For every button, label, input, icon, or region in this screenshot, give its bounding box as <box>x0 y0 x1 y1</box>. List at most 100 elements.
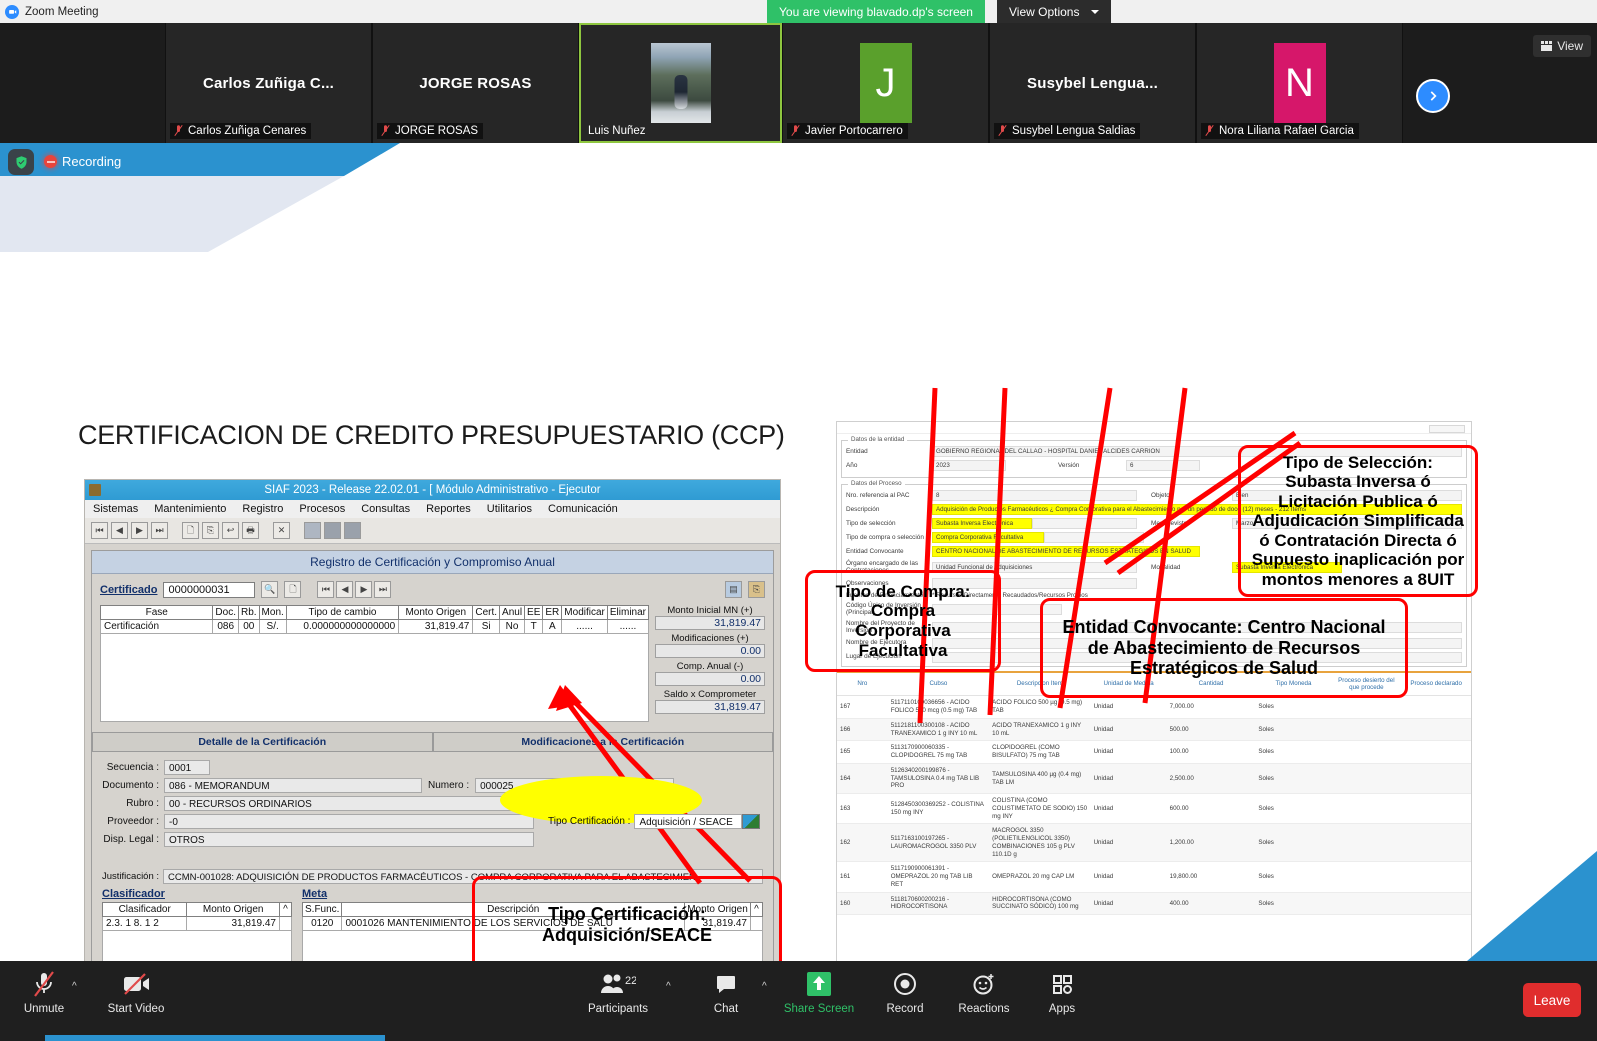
certificado-input[interactable]: 0000000031 <box>163 581 256 598</box>
grid-icon[interactable] <box>304 522 321 539</box>
cell-nro: 164 <box>837 763 888 795</box>
input-rubro[interactable]: 00 - RECURSOS ORDINARIOS <box>164 796 534 811</box>
cell-modificar[interactable]: ...... <box>561 619 608 634</box>
stop-icon[interactable] <box>324 522 341 539</box>
panel-icon[interactable] <box>344 522 361 539</box>
annotation-tipo-seleccion: Tipo de Selección: Subasta Inversa ó Lic… <box>1238 445 1478 597</box>
shared-screen-content: Recording CERTIFICACION DE CREDITO PRESU… <box>0 143 1597 961</box>
tab-detalle-certificacion[interactable]: Detalle de la Certificación <box>92 732 433 752</box>
input-secuencia[interactable]: 0001 <box>164 760 210 775</box>
apps-button[interactable]: Apps <box>1022 969 1102 1015</box>
field-proveedor: Proveedor : -0 Tipo Certificación : Adqu… <box>102 814 763 829</box>
prev-record-icon[interactable]: ◀ <box>111 522 128 539</box>
view-layout-button[interactable]: View <box>1533 35 1591 57</box>
menu-item-utilitarios[interactable]: Utilitarios <box>487 503 532 515</box>
unmute-button[interactable]: Unmute <box>4 969 84 1015</box>
participant-name-text: JORGE ROSAS <box>395 124 479 137</box>
leave-button[interactable]: Leave <box>1523 983 1581 1017</box>
tipo-certificacion-dropdown-icon[interactable] <box>742 814 761 829</box>
participant-tile-0[interactable]: Carlos Zuñiga C... Carlos Zuñiga Cenares <box>165 23 372 143</box>
chat-options-chevron-icon[interactable]: ^ <box>762 981 767 992</box>
label-tipo-seleccion: Tipo de selección <box>846 519 896 527</box>
certification-grid: Fase Doc. Rb. Mon. Tipo de cambio Monto … <box>99 605 650 722</box>
certificado-label[interactable]: Certificado <box>100 584 157 596</box>
last-record-icon[interactable]: ⏭ <box>151 522 168 539</box>
window-title: Zoom Meeting <box>25 5 99 18</box>
clasificador-title[interactable]: Clasificador <box>102 888 292 900</box>
new-record-icon[interactable]: 🗋 <box>284 581 302 598</box>
table-row[interactable]: 164 5126340200199876 - TAMSULOSINA 0.4 mg… <box>837 763 1471 795</box>
share-screen-button[interactable]: Share Screen <box>779 969 859 1015</box>
search-binoculars-icon[interactable]: 🔍 <box>261 581 279 598</box>
audio-options-chevron-icon[interactable]: ^ <box>72 981 77 992</box>
next-participants-button[interactable] <box>1416 79 1450 113</box>
participant-tile-4[interactable]: Susybel Lengua... Susybel Lengua Saldias <box>989 23 1196 143</box>
input-disp-legal[interactable]: OTROS <box>164 832 534 847</box>
table-row[interactable]: 161 5117190900061391 - OMEPRAZOL 20 mg TA… <box>837 861 1471 893</box>
participant-tile-3[interactable]: J Javier Portocarrero <box>782 23 989 143</box>
copy-icon[interactable]: ⎘ <box>202 522 219 539</box>
cell-cant: 400.00 <box>1166 892 1256 916</box>
table-row[interactable]: 163 5128450300369252 - COLISTINA 150 mg I… <box>837 793 1471 825</box>
tab-modificaciones-certificacion[interactable]: Modificaciones a la Certificación <box>432 732 773 752</box>
th-ee: EE <box>524 605 544 620</box>
svg-text:22: 22 <box>625 975 636 987</box>
th-cubso: Cubso <box>887 672 990 697</box>
table-row[interactable]: 162 5117163100197265 - LAUROMACROGOL 3350… <box>837 823 1471 863</box>
participants-options-chevron-icon[interactable]: ^ <box>666 981 671 992</box>
cell-cant: 7,000.00 <box>1166 695 1256 719</box>
totals-sidebox: Monto Inicial MN (+) 31,819.47 Modificac… <box>655 605 765 722</box>
undo-icon[interactable]: ↩ <box>222 522 239 539</box>
participant-name-text: Susybel Lengua Saldias <box>1012 124 1136 137</box>
nav-first-icon[interactable]: ⏮ <box>317 581 335 598</box>
table-row[interactable]: 165 5113170900060335 - CLOPIDOGREL 75 mg … <box>837 740 1471 764</box>
record-button[interactable]: Record <box>865 969 945 1015</box>
table-row[interactable]: 167 5117110100036656 - ACIDO FOLICO 500 m… <box>837 695 1471 719</box>
table-row[interactable]: Certificación 086 00 S/. 0.0000000000000… <box>99 619 650 634</box>
label-rubro: Rubro : <box>126 798 159 809</box>
nav-next-icon[interactable]: ▶ <box>355 581 373 598</box>
cell-tipo-cambio: 0.000000000000000 <box>285 619 400 634</box>
first-record-icon[interactable]: ⏮ <box>91 522 108 539</box>
view-options-button[interactable]: View Options <box>997 0 1112 23</box>
nav-prev-icon[interactable]: ◀ <box>336 581 354 598</box>
menu-item-mantenimiento[interactable]: Mantenimiento <box>154 503 226 515</box>
delete-icon[interactable]: ✕ <box>273 522 290 539</box>
exit-door-icon[interactable]: ⎘ <box>748 581 765 598</box>
participant-tile-5[interactable]: N Nora Liliana Rafael Garcia <box>1196 23 1403 143</box>
cell-nro: 161 <box>837 861 888 893</box>
table-row[interactable]: 2.3. 1 8. 1 2 31,819.47 <box>101 916 292 931</box>
menu-item-comunicacion[interactable]: Comunicación <box>548 503 618 515</box>
th-mon: Mon. <box>258 605 287 620</box>
menu-item-procesos[interactable]: Procesos <box>299 503 345 515</box>
input-tipo-certificacion[interactable]: Adquisición / SEACE <box>634 814 743 829</box>
reactions-button[interactable]: Reactions <box>944 969 1024 1015</box>
annotation-tipo-compra: Tipo de Compra: Compra Corporativa Facul… <box>805 570 1001 672</box>
next-record-icon[interactable]: ▶ <box>131 522 148 539</box>
nav-last-icon[interactable]: ⏭ <box>374 581 392 598</box>
scroll-up-icon[interactable]: ^ <box>279 902 292 917</box>
chat-button[interactable]: Chat <box>686 969 766 1015</box>
report-icon[interactable]: ▤ <box>725 581 742 598</box>
start-video-button[interactable]: Start Video <box>96 969 176 1015</box>
menu-item-registro[interactable]: Registro <box>242 503 283 515</box>
participant-tile-2-active[interactable]: Luis Nuñez <box>579 23 782 143</box>
participant-display-name: Susybel Lengua... <box>1027 74 1158 92</box>
participants-button[interactable]: 22 Participants <box>578 969 658 1015</box>
menu-item-sistemas[interactable]: Sistemas <box>93 503 138 515</box>
print-icon[interactable]: 🖶 <box>242 522 259 539</box>
input-documento[interactable]: 086 - MEMORANDUM <box>164 778 422 793</box>
cell-um: Unidad <box>1090 740 1167 764</box>
mic-off-icon <box>174 124 183 137</box>
table-row[interactable]: 160 5118170600200216 - HIDROCORTISONA HIDR… <box>837 892 1471 916</box>
new-document-icon[interactable]: 🗋 <box>182 522 199 539</box>
label-numero: Numero : <box>428 780 470 791</box>
siaf-menubar[interactable]: Sistemas Mantenimiento Registro Procesos… <box>85 500 780 518</box>
menu-item-reportes[interactable]: Reportes <box>426 503 471 515</box>
table-row[interactable]: 166 5112181100300108 - ACIDO TRANEXAMICO … <box>837 718 1471 742</box>
participant-tile-1[interactable]: JORGE ROSAS JORGE ROSAS <box>372 23 579 143</box>
menu-item-consultas[interactable]: Consultas <box>361 503 410 515</box>
input-proveedor[interactable]: -0 <box>164 814 534 829</box>
cell-monto-origen: 31,819.47 <box>398 619 474 634</box>
cell-eliminar[interactable]: ...... <box>606 619 650 634</box>
